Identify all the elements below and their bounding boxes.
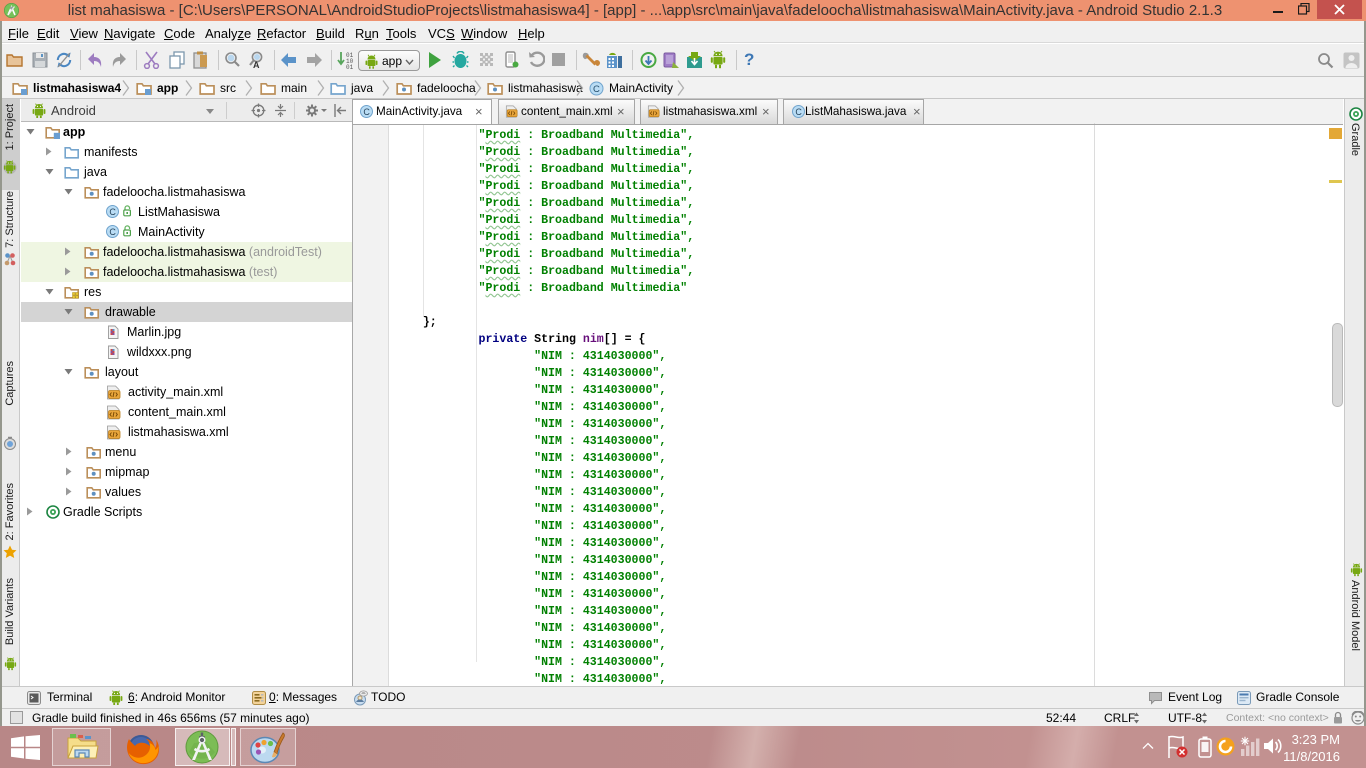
svg-text:A: A xyxy=(253,60,260,69)
svg-text:C: C xyxy=(593,84,600,95)
svg-text:01: 01 xyxy=(346,64,354,69)
